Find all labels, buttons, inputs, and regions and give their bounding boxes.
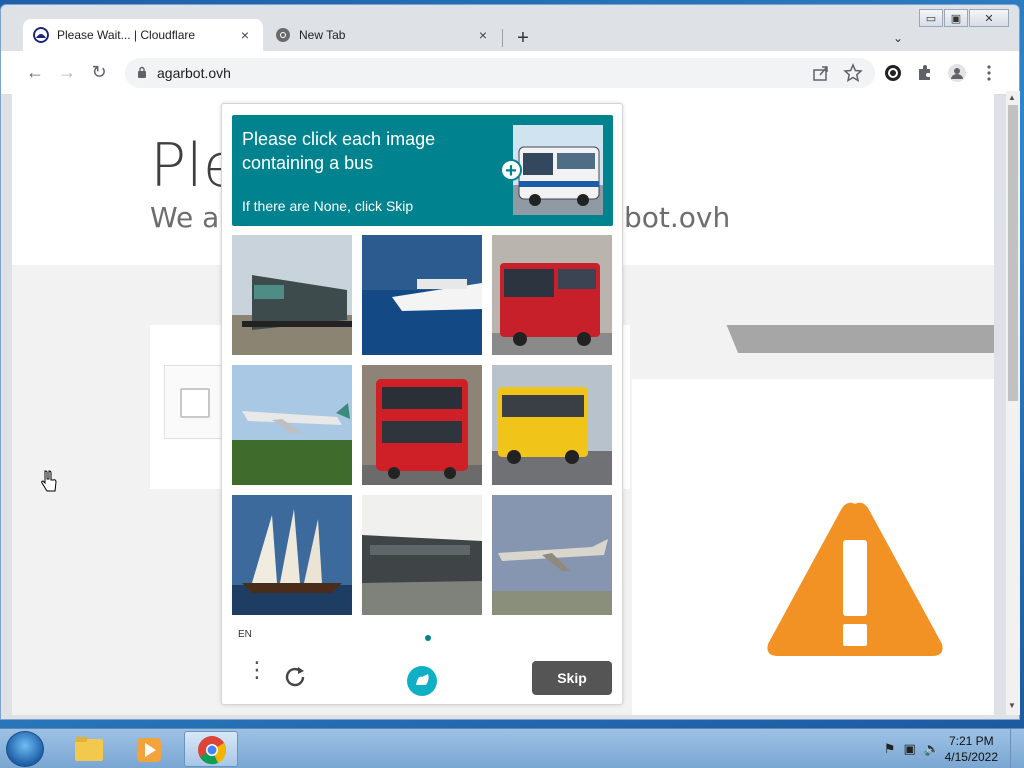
flag-icon[interactable]: ⚑ [884,741,896,757]
hcaptcha-logo-icon[interactable] [406,665,438,697]
start-button[interactable] [6,731,44,767]
new-tab-button[interactable]: + [511,27,535,51]
clock-date: 4/15/2022 [944,750,998,764]
bookmark-star-icon[interactable] [843,63,863,83]
refresh-challenge-icon[interactable] [282,664,308,690]
tab-strip: Please Wait... | Cloudflare × New Tab × … [1,15,1019,51]
tab-search-icon[interactable]: ⌄ [893,31,903,45]
media-player-icon [137,738,161,762]
taskbar: ⚑ ▣ 🔈 7:21 PM 4/15/2022 [0,728,1024,768]
tile-train-car[interactable] [362,495,482,615]
tile-yacht[interactable] [362,235,482,355]
profile-icon[interactable] [947,63,967,83]
scroll-up-icon[interactable]: ▲ [1008,93,1016,102]
forward-button[interactable]: → [55,61,79,85]
double-decker-bus-image [362,365,482,485]
page-indicator [425,635,431,641]
chrome-favicon-icon [276,28,290,42]
tab-title: New Tab [299,28,346,42]
expand-sample-icon[interactable]: + [500,159,522,182]
train-car-image [362,495,482,615]
tile-yellow-bus[interactable] [492,365,612,485]
clock-time: 7:21 PM [948,734,994,748]
scroll-down-icon[interactable]: ▼ [1008,701,1016,710]
airplane-takeoff-image [232,365,352,485]
tile-double-decker-bus[interactable] [362,365,482,485]
clock[interactable]: 7:21 PM 4/15/2022 [945,733,998,765]
menu-dots-icon[interactable] [979,63,999,83]
volume-icon[interactable]: 🔈 [924,741,940,757]
tab-cloudflare[interactable]: Please Wait... | Cloudflare × [23,19,263,51]
airplane-landing-image [492,495,612,615]
chrome-icon [198,736,227,765]
tile-airplane-landing[interactable] [492,495,612,615]
browser-toolbar: ← → ↻ agarbot.ovh [1,51,1019,95]
explorer-taskbar-button[interactable] [62,731,116,767]
tile-sailing-ship[interactable] [232,495,352,615]
bus-sample-image [513,125,603,215]
lock-icon [138,66,146,78]
yellow-bus-image [492,365,612,485]
tile-airplane-takeoff[interactable] [232,365,352,485]
back-button[interactable]: ← [23,61,47,85]
challenge-menu-icon[interactable]: ⋮ [246,659,268,681]
tile-train[interactable] [232,235,352,355]
address-bar[interactable]: agarbot.ovh [125,58,875,88]
reload-button[interactable]: ↻ [87,61,111,85]
network-icon[interactable]: ▣ [904,741,916,757]
yacht-image [362,235,482,355]
show-desktop-button[interactable] [1010,729,1024,768]
page-subtitle-right: bot.ovh [624,201,731,234]
tab-close-icon[interactable]: × [237,27,253,43]
challenge-image-grid [232,235,613,616]
red-bus-image [492,235,612,355]
tab-close-icon[interactable]: × [475,27,491,43]
challenge-prompt-banner: Please click each image containing a bus… [232,115,613,226]
challenge-widget [164,365,224,439]
tab-title: Please Wait... | Cloudflare [57,28,196,42]
cloudflare-favicon-icon [33,27,49,43]
sailing-ship-image [232,495,352,615]
challenge-checkbox[interactable] [180,388,210,418]
page-subtitle: We ar [150,201,231,234]
tab-new-tab[interactable]: New Tab × [265,19,501,51]
tile-red-bus[interactable] [492,235,612,355]
page-scrollbar[interactable]: ▲ ▼ [1006,91,1020,715]
url-text[interactable]: agarbot.ovh [157,65,231,81]
media-player-taskbar-button[interactable] [122,731,176,767]
system-tray: ⚑ ▣ 🔈 [884,741,940,757]
decorative-band [612,325,994,379]
share-icon[interactable] [811,63,831,83]
hcaptcha-challenge: Please click each image containing a bus… [221,103,623,705]
train-image [232,235,352,355]
folder-icon [75,737,103,761]
chrome-taskbar-button[interactable] [184,731,238,767]
challenge-prompt: Please click each image containing a bus [242,129,436,173]
tab-separator [502,29,503,47]
extension-o-icon[interactable] [883,63,903,83]
challenge-hint: If there are None, click Skip [242,198,414,214]
warning-icon [767,502,943,656]
language-selector[interactable]: EN [238,629,252,640]
scroll-thumb[interactable] [1008,105,1018,401]
skip-button[interactable]: Skip [532,661,612,695]
puzzle-icon[interactable] [915,63,935,83]
mouse-cursor-icon [41,470,57,492]
